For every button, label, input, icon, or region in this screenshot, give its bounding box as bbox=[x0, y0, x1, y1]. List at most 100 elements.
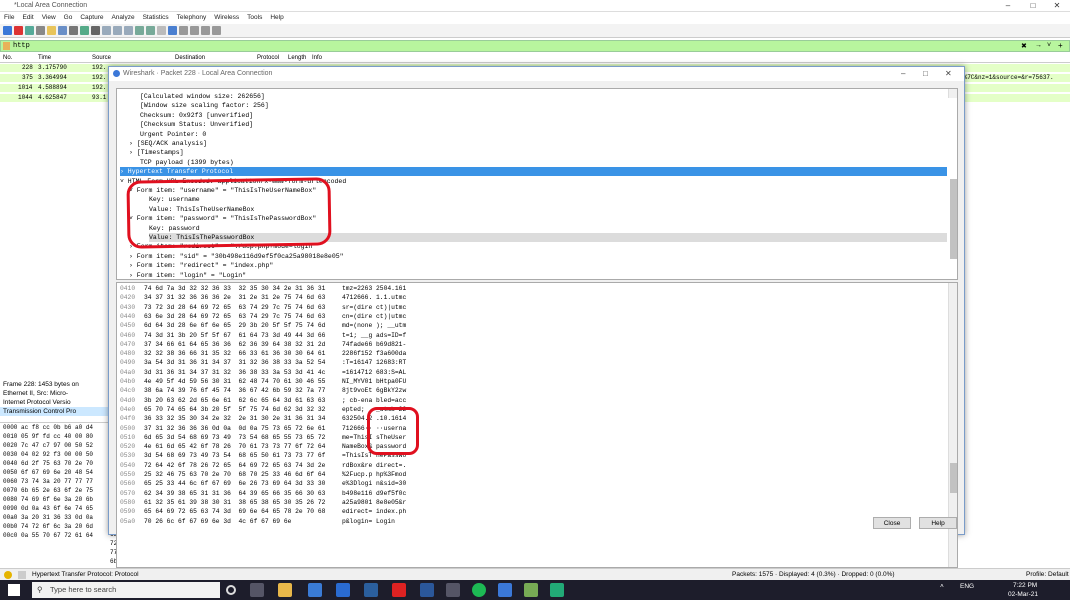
hex-row[interactable]: 0450 6d 64 3d 28 6e 6f 6e 65 29 3b 20 5f … bbox=[117, 321, 937, 330]
hex-row[interactable]: 04f0 36 33 32 35 30 34 2e 32 2e 31 30 2e … bbox=[117, 414, 937, 423]
menu-item[interactable]: Go bbox=[60, 13, 77, 22]
windows-start-icon[interactable] bbox=[8, 584, 20, 596]
hex-row[interactable]: 0500 37 31 32 36 36 36 0d 0a 0d 0a 75 73 … bbox=[117, 424, 937, 433]
tree-item[interactable]: › Form item: "sid" = "30b498e116d9ef5f0c… bbox=[129, 252, 344, 261]
tree-item[interactable]: Checksum: 0x92f3 [unverified] bbox=[140, 111, 253, 120]
spotify-icon[interactable] bbox=[472, 583, 486, 597]
hex-row[interactable]: 04d0 3b 20 63 62 2d 65 6e 61 62 6c 65 64 … bbox=[117, 396, 937, 405]
close-window-button[interactable]: ✕ bbox=[1044, 1, 1070, 11]
tray-chevron-icon[interactable]: ˄ bbox=[940, 583, 944, 590]
menu-item[interactable]: File bbox=[0, 13, 18, 22]
menu-item[interactable]: Tools bbox=[243, 13, 266, 22]
hex-row[interactable]: 00c0 0a 55 70 67 72 61 64 bbox=[0, 531, 110, 540]
menu-item[interactable]: View bbox=[38, 13, 60, 22]
settings-icon[interactable] bbox=[446, 583, 460, 597]
hex-row[interactable]: 0560 65 25 33 44 6c 6f 67 69 6e 26 73 69 … bbox=[117, 479, 937, 488]
tree-item[interactable]: Urgent Pointer: 0 bbox=[140, 130, 206, 139]
hex-row[interactable]: 0470 37 34 66 61 64 65 36 36 62 36 39 64 … bbox=[117, 340, 937, 349]
menu-item[interactable]: Wireless bbox=[210, 13, 243, 22]
close-file-icon[interactable] bbox=[69, 26, 78, 35]
reload-icon[interactable] bbox=[80, 26, 89, 35]
find-packet-icon[interactable] bbox=[91, 26, 100, 35]
hex-row[interactable]: 0040 6d 2f 75 63 70 2e 70 bbox=[0, 459, 110, 468]
hex-row[interactable]: 00a0 3a 20 31 36 33 0d 0a bbox=[0, 513, 110, 522]
normal-size-icon[interactable] bbox=[201, 26, 210, 35]
hex-row[interactable]: 04e0 65 70 74 65 64 3b 20 5f 5f 75 74 6d … bbox=[117, 405, 937, 414]
task-view-icon[interactable] bbox=[250, 583, 264, 597]
hex-row[interactable]: 0430 73 72 3d 28 64 69 72 65 63 74 29 7c … bbox=[117, 303, 937, 312]
hex-row[interactable]: 0510 6d 65 3d 54 68 69 73 49 73 54 68 65 … bbox=[117, 433, 937, 442]
save-file-icon[interactable] bbox=[58, 26, 67, 35]
clock-time[interactable]: 7:22 PM bbox=[1013, 582, 1037, 589]
tree-item[interactable]: › Hypertext Transfer Protocol bbox=[120, 167, 947, 177]
stop-capture-icon[interactable] bbox=[14, 26, 23, 35]
options-icon[interactable] bbox=[36, 26, 45, 35]
display-filter-bar[interactable]: http ✖ → ˅ + bbox=[0, 40, 1070, 52]
hex-row[interactable]: 0030 04 02 92 f3 00 00 50 bbox=[0, 450, 110, 459]
tree-item[interactable]: › [Timestamps] bbox=[129, 148, 184, 157]
hex-row[interactable]: 0020 7c 47 c7 97 00 50 52 bbox=[0, 441, 110, 450]
chrome-icon[interactable] bbox=[392, 583, 406, 597]
autoscroll-icon[interactable] bbox=[157, 26, 166, 35]
wireshark-icon[interactable] bbox=[498, 583, 512, 597]
tree-item[interactable]: › Form item: "redirect" = "index.php" bbox=[129, 261, 273, 270]
hex-row[interactable]: 0480 32 32 38 36 66 31 35 32 66 33 61 36 … bbox=[117, 349, 937, 358]
hex-row[interactable]: 0410 74 6d 7a 3d 32 32 36 33 32 35 30 34 … bbox=[117, 284, 937, 293]
word-icon[interactable] bbox=[420, 583, 434, 597]
app3-icon[interactable] bbox=[550, 583, 564, 597]
status-profile[interactable]: Profile: Default bbox=[1026, 571, 1069, 578]
clear-filter-icon[interactable]: ✖ bbox=[1021, 42, 1027, 50]
hex-row[interactable]: 0090 0d 0a 43 6f 6e 74 65 bbox=[0, 504, 110, 513]
minimize-button[interactable]: – bbox=[995, 1, 1021, 11]
hex-row[interactable]: 04c0 38 6a 74 39 76 6f 45 74 36 67 42 6b … bbox=[117, 386, 937, 395]
filter-dropdown-icon[interactable]: ˅ bbox=[1047, 42, 1051, 49]
hex-row[interactable]: 0420 34 37 31 32 36 36 36 2e 31 2e 31 2e … bbox=[117, 293, 937, 302]
detail-ethernet[interactable]: Ethernet II, Src: Micro- bbox=[0, 389, 110, 398]
hex-row[interactable]: 0530 3d 54 68 69 73 49 73 54 68 65 50 61 … bbox=[117, 451, 937, 460]
taskbar-search[interactable]: ⚲ Type here to search bbox=[32, 582, 220, 598]
add-filter-icon[interactable]: + bbox=[1058, 41, 1063, 50]
col-protocol[interactable]: Protocol bbox=[257, 55, 279, 61]
hex-row[interactable]: 0050 6f 67 69 6e 20 48 54 bbox=[0, 468, 110, 477]
hex-row[interactable]: 0010 05 9f fd cc 40 00 80 bbox=[0, 432, 110, 441]
hex-row[interactable]: 0490 3a 54 3d 31 36 31 34 37 31 32 36 38 … bbox=[117, 358, 937, 367]
filter-input[interactable]: http bbox=[13, 42, 30, 50]
hex-row[interactable]: 05a0 70 26 6c 6f 67 69 6e 3d 4c 6f 67 69 … bbox=[117, 517, 937, 526]
colorize-icon[interactable] bbox=[168, 26, 177, 35]
zoom-in-icon[interactable] bbox=[179, 26, 188, 35]
hex-row[interactable]: 00b0 74 72 6f 6c 3a 20 6d bbox=[0, 522, 110, 531]
tree-item[interactable]: [Window size scaling factor: 256] bbox=[140, 101, 269, 110]
resize-columns-icon[interactable] bbox=[212, 26, 221, 35]
go-to-packet-icon[interactable] bbox=[124, 26, 133, 35]
col-no[interactable]: No. bbox=[3, 55, 12, 61]
expert-info-icon[interactable] bbox=[4, 571, 12, 579]
hex-row[interactable]: 0520 4e 61 6d 65 42 6f 78 26 70 61 73 73 … bbox=[117, 442, 937, 451]
hex-row[interactable]: 0590 65 64 69 72 65 63 74 3d 69 6e 64 65 … bbox=[117, 507, 937, 516]
col-source[interactable]: Source bbox=[92, 55, 111, 61]
language-indicator[interactable]: ENG bbox=[960, 583, 974, 590]
hex-row[interactable]: 0580 61 32 35 61 39 38 30 31 38 65 38 65 … bbox=[117, 498, 937, 507]
apply-filter-icon[interactable]: → bbox=[1035, 42, 1042, 49]
menu-item[interactable]: Edit bbox=[18, 13, 37, 22]
last-packet-icon[interactable] bbox=[146, 26, 155, 35]
tree-item[interactable]: TCP payload (1399 bytes) bbox=[140, 158, 234, 167]
open-file-icon[interactable] bbox=[47, 26, 56, 35]
dialog-close-icon[interactable]: ✕ bbox=[945, 69, 952, 78]
tree-item[interactable]: [Checksum Status: Unverified] bbox=[140, 120, 253, 129]
tree-item[interactable]: [Calculated window size: 262656] bbox=[140, 92, 265, 101]
hex-row[interactable]: 0570 62 34 39 38 65 31 31 36 64 39 65 66 … bbox=[117, 489, 937, 498]
app2-icon[interactable] bbox=[524, 583, 538, 597]
mail-icon[interactable] bbox=[308, 583, 322, 597]
tree-scrollbar[interactable] bbox=[948, 89, 957, 259]
tree-item[interactable]: › Form item: "login" = "Login" bbox=[129, 271, 246, 280]
hex-row[interactable]: 0000 ac f8 cc 0b b6 a0 d4 bbox=[0, 423, 110, 432]
menu-item[interactable]: Capture bbox=[76, 13, 107, 22]
hex-row[interactable]: 0460 74 3d 31 3b 20 5f 5f 67 61 64 73 3d … bbox=[117, 331, 937, 340]
hex-row[interactable]: 04a0 3d 31 36 31 34 37 31 32 36 38 33 3a … bbox=[117, 368, 937, 377]
dialog-minimize-button[interactable]: – bbox=[901, 69, 905, 78]
go-back-icon[interactable] bbox=[102, 26, 111, 35]
menu-item[interactable]: Help bbox=[266, 13, 287, 22]
restart-capture-icon[interactable] bbox=[25, 26, 34, 35]
hex-row[interactable]: 0070 6b 65 2e 63 6f 2e 75 bbox=[0, 486, 110, 495]
menu-item[interactable]: Telephony bbox=[173, 13, 211, 22]
